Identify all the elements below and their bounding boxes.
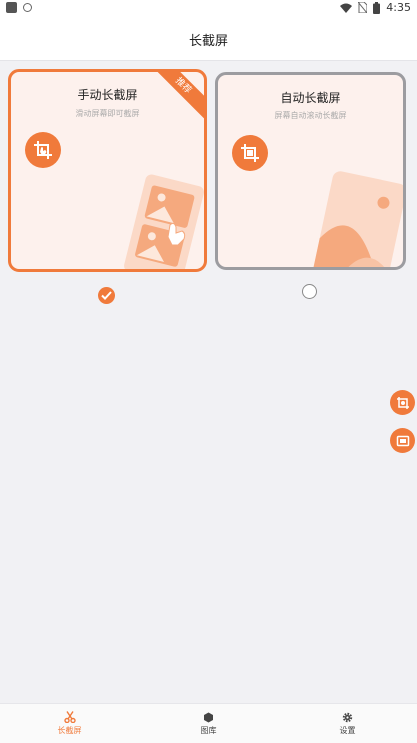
auto-crop-icon (232, 135, 268, 171)
wifi-icon (340, 3, 353, 13)
app-bar: 长截屏 (0, 18, 417, 61)
nav-item-settings[interactable]: 设置 (278, 704, 417, 743)
scissors-icon (63, 711, 76, 723)
card-subtitle: 屏幕自动滚动长截屏 (274, 111, 347, 120)
card-title: 自动长截屏 (280, 91, 341, 105)
nav-item-long-screenshot[interactable]: 长截屏 (0, 704, 139, 743)
nav-label: 设置 (339, 725, 356, 735)
page-title: 长截屏 (188, 33, 228, 49)
status-bar: 4:35 (0, 0, 417, 18)
manual-screenshot-card[interactable]: 推荐 手动长截屏 滑动屏幕即可截屏 (8, 69, 207, 272)
manual-crop-icon (25, 132, 61, 168)
bottom-navigation: 长截屏 图库 设置 (0, 703, 417, 743)
auto-unselected-radio[interactable] (302, 284, 317, 299)
status-indicators: 4:35 (340, 1, 411, 14)
battery-icon (373, 1, 381, 14)
screen-capture-icon (396, 435, 409, 446)
nav-item-gallery[interactable]: 图库 (139, 704, 278, 743)
status-time: 4:35 (386, 1, 411, 14)
floating-screen-capture-button[interactable] (390, 428, 415, 453)
manual-selected-radio[interactable] (98, 287, 115, 304)
card-title: 手动长截屏 (77, 88, 138, 102)
crop-touch-icon (396, 396, 409, 409)
status-notifications (6, 2, 32, 13)
floating-crop-touch-button[interactable] (390, 390, 415, 415)
card-subtitle: 滑动屏幕即可截屏 (75, 109, 140, 118)
notification-app-icon (6, 2, 17, 13)
nav-label: 长截屏 (57, 726, 82, 735)
manual-illustration (124, 174, 204, 269)
no-sim-icon (358, 2, 368, 13)
auto-screenshot-card[interactable]: 自动长截屏 屏幕自动滚动长截屏 (215, 72, 406, 270)
notification-shield-icon (23, 3, 32, 12)
gear-icon (342, 712, 353, 722)
hexagon-icon (204, 712, 213, 722)
auto-illustration (311, 171, 403, 267)
checkmark-icon (101, 291, 112, 300)
nav-label: 图库 (200, 725, 217, 735)
